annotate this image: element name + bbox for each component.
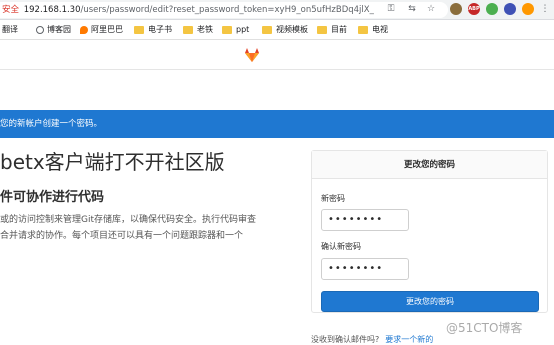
folder-icon: [222, 26, 232, 34]
change-password-box: 更改您的密码 新密码 •••••••• 确认新密码 •••••••• 更改您的密…: [311, 150, 548, 313]
browser-toolbar: 安全 192.168.1.30/users/password/edit?rese…: [0, 0, 554, 20]
bookmark-alibaba[interactable]: 阿里巴巴: [80, 20, 123, 40]
page-title: betx客户端打不开社区版: [0, 150, 225, 174]
folder-icon: [183, 26, 193, 34]
folder-icon: [134, 26, 144, 34]
brand-subtitle: 件可协作进行代码: [0, 190, 105, 205]
confirm-password-label: 确认新密码: [321, 242, 361, 251]
bookmark-cnblogs[interactable]: 博客园: [36, 20, 71, 40]
security-indicator[interactable]: 安全: [0, 5, 19, 15]
bookmark-current[interactable]: 目前: [317, 20, 347, 40]
flash-notice: 您的新帐户创建一个密码。: [0, 110, 554, 138]
extension-icon[interactable]: [522, 3, 534, 15]
url-path: /users/password/edit?reset_password_toke…: [80, 5, 374, 15]
bookmark-label: 阿里巴巴: [91, 25, 123, 34]
bookmark-label: 博客园: [47, 25, 71, 34]
abp-icon[interactable]: ABP: [468, 3, 480, 15]
folder-icon: [358, 26, 368, 34]
bookmark-label: ppt: [236, 25, 250, 34]
resend-confirmation-link[interactable]: 要求一个新的: [385, 335, 433, 344]
bookmark-ebooks[interactable]: 电子书: [134, 20, 172, 40]
bookmarks-bar: 翻译 博客园 阿里巴巴 电子书 老铁 ppt 视频模板 目前 电视: [0, 20, 554, 40]
extension-icon[interactable]: [486, 3, 498, 15]
globe-icon: [36, 26, 44, 34]
gitlab-logo-icon[interactable]: [244, 47, 260, 63]
bookmark-label: 翻译: [2, 25, 18, 34]
bookmark-label: 电视: [372, 25, 388, 34]
translate-icon[interactable]: ⇆: [406, 3, 418, 16]
form-heading: 更改您的密码: [312, 151, 547, 179]
bookmark-laotie[interactable]: 老铁: [183, 20, 213, 40]
bookmark-label: 视频模板: [276, 25, 308, 34]
flash-message: 您的新帐户创建一个密码。: [0, 119, 103, 129]
gitlab-header: [0, 40, 554, 70]
bookmark-label: 电子书: [148, 25, 172, 34]
address-bar[interactable]: 安全 192.168.1.30/users/password/edit?rese…: [0, 2, 448, 18]
folder-icon: [317, 26, 327, 34]
key-icon[interactable]: ⚿: [385, 3, 397, 16]
bookmark-ppt[interactable]: ppt: [222, 20, 249, 40]
confirmation-question: 没收到确认邮件吗?: [311, 335, 380, 344]
fire-icon: [80, 26, 88, 34]
url-host: 192.168.1.30: [23, 5, 81, 15]
watermark: @51CTO博客: [446, 321, 523, 335]
brand-description-line: 或的访问控制来管理Git存储库，以确保代码安全。执行代码审查: [0, 215, 257, 225]
bookmark-video-templates[interactable]: 视频模板: [262, 20, 308, 40]
star-icon[interactable]: ☆: [425, 3, 437, 16]
bookmark-label: 老铁: [197, 25, 213, 34]
new-password-field[interactable]: ••••••••: [321, 209, 409, 231]
extension-icon[interactable]: [450, 3, 462, 15]
brand-description-line: 合并请求的协作。每个项目还可以具有一个问题跟踪器和一个: [0, 231, 244, 241]
bookmark-tv[interactable]: 电视: [358, 20, 388, 40]
folder-icon: [262, 26, 272, 34]
bookmark-label: 目前: [331, 25, 347, 34]
confirmation-prompt: 没收到确认邮件吗? 要求一个新的: [311, 334, 433, 345]
change-password-button[interactable]: 更改您的密码: [321, 291, 539, 312]
confirm-password-field[interactable]: ••••••••: [321, 258, 409, 280]
bookmark-translate[interactable]: 翻译: [2, 20, 18, 40]
extension-icon[interactable]: [504, 3, 516, 15]
new-password-label: 新密码: [321, 194, 345, 203]
brand-description: 或的访问控制来管理Git存储库，以确保代码安全。执行代码审查 合并请求的协作。每…: [0, 212, 296, 244]
menu-icon[interactable]: ⋮: [540, 3, 550, 16]
